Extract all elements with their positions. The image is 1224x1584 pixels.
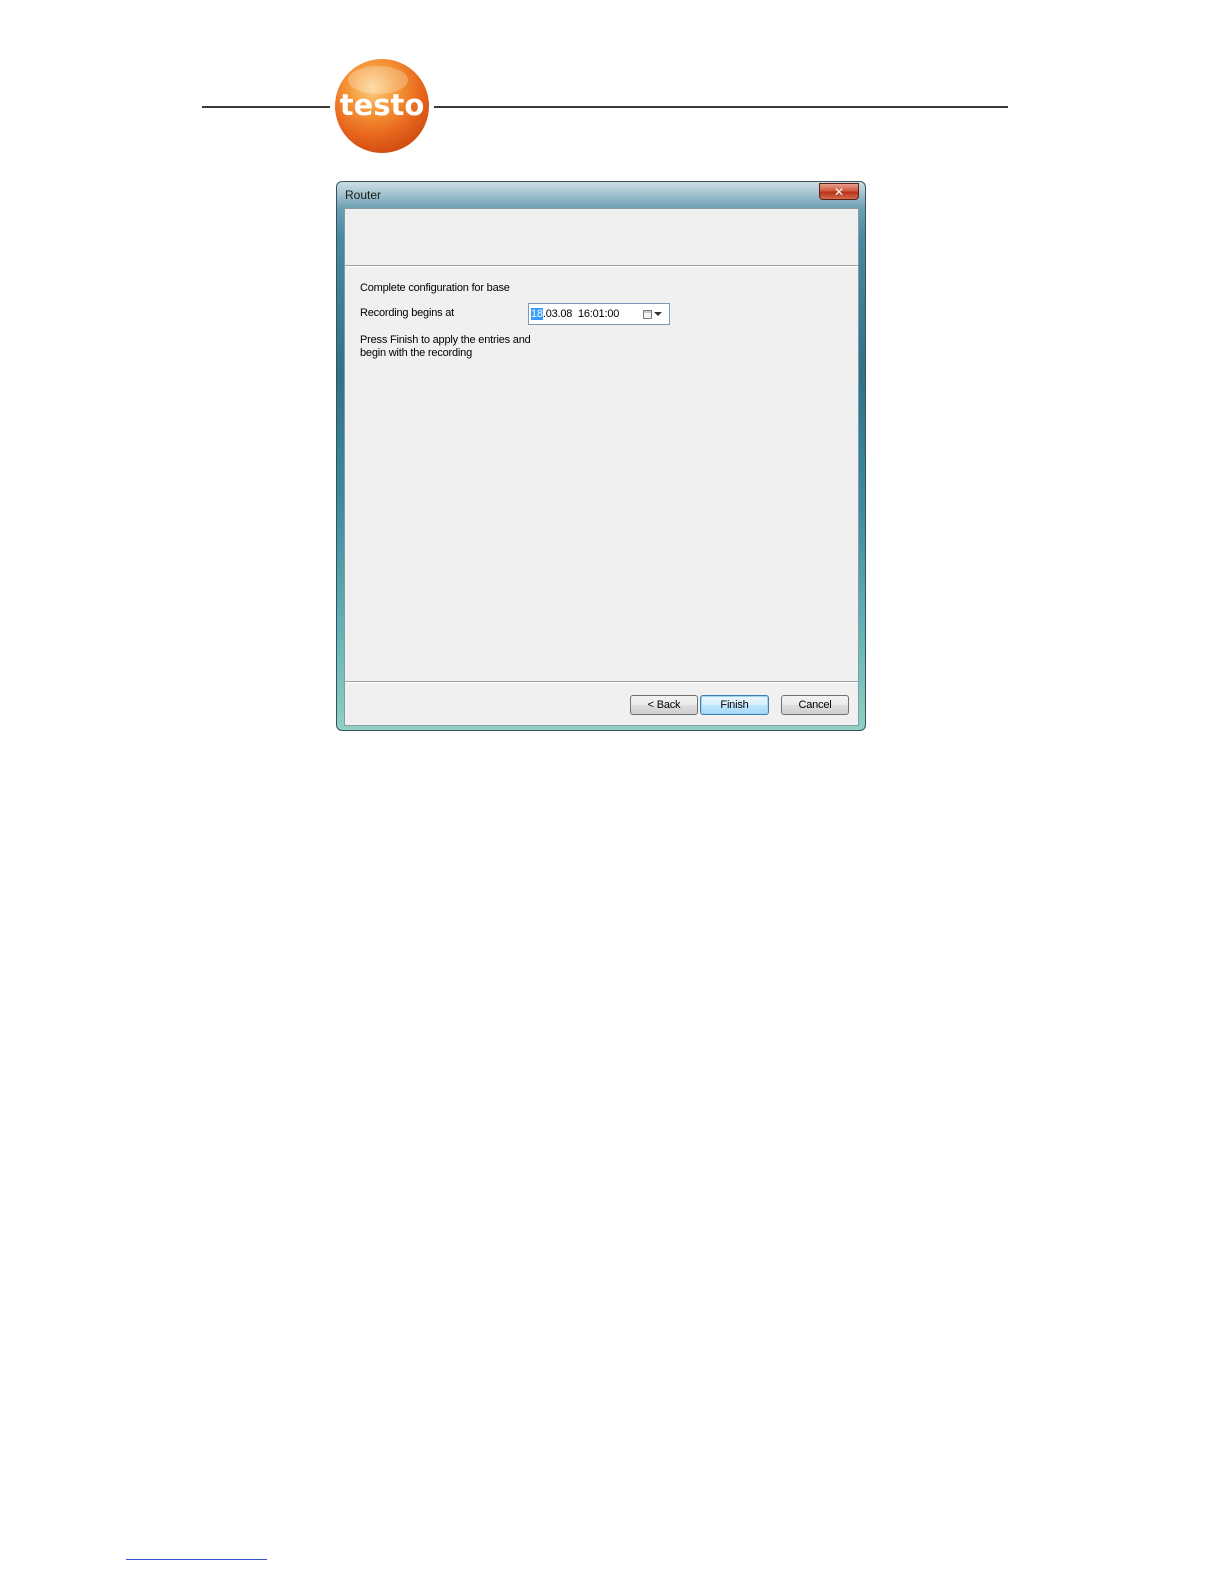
calendar-icon (643, 309, 652, 319)
close-icon: ✕ (833, 184, 845, 199)
logo-text: testo (340, 88, 425, 122)
wizard-header-panel (345, 209, 858, 267)
footer-separator (345, 681, 858, 683)
calendar-dropdown-button[interactable] (643, 307, 665, 321)
datetime-rest: .03.08 16:01:00 (542, 308, 620, 320)
datetime-value: 18.03.08 16:01:00 (529, 308, 619, 320)
back-button[interactable]: < Back (630, 695, 698, 715)
finish-button[interactable]: Finish (700, 695, 769, 715)
finish-instructions: Press Finish to apply the entries and be… (360, 334, 531, 359)
header-rule-right (434, 106, 1008, 108)
header-rule-left (202, 106, 330, 108)
cancel-button[interactable]: Cancel (781, 695, 849, 715)
close-button[interactable]: ✕ (819, 183, 859, 200)
window-title: Router (345, 188, 382, 202)
title-bar[interactable]: Router ✕ (337, 182, 865, 208)
datetime-day-selected: 18 (531, 308, 543, 320)
recording-start-datetime-picker[interactable]: 18.03.08 16:01:00 (528, 303, 670, 325)
footer-link-underline (126, 1559, 267, 1560)
chevron-down-icon (654, 312, 662, 316)
router-dialog: Router ✕ Complete configuration for base… (336, 181, 866, 731)
testo-logo: testo (334, 58, 430, 154)
recording-begins-label: Recording begins at (360, 307, 455, 319)
section-heading: Complete configuration for base (360, 282, 510, 294)
dialog-client-area: Complete configuration for base Recordin… (344, 208, 859, 726)
